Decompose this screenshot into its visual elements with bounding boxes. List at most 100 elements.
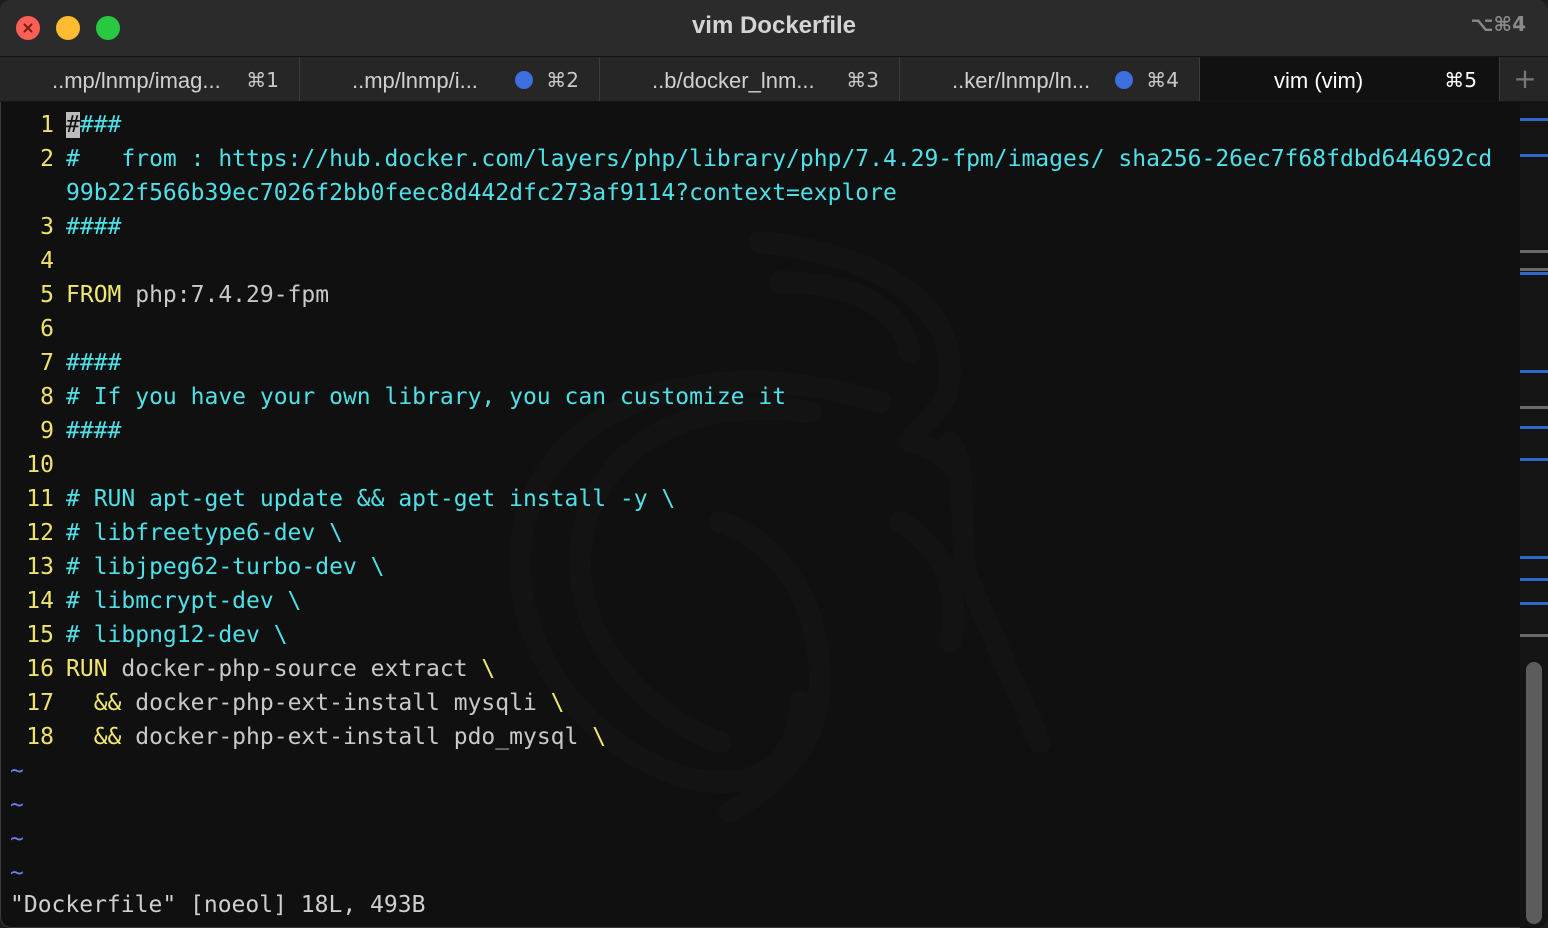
line-number: 1 [40, 112, 54, 138]
line-text: FROM php:7.4.29-fpm [66, 278, 329, 312]
tab-3[interactable]: ..b/docker_lnm... ⌘3 [600, 57, 900, 101]
scrollbar-mark [1520, 458, 1548, 461]
tab-shortcut: ⌘1 [246, 68, 279, 92]
tab-shortcut: ⌘3 [846, 68, 879, 92]
tab-5[interactable]: vim (vim) ⌘5 [1200, 57, 1500, 101]
code-token: RUN [66, 656, 108, 682]
activity-dot-icon [515, 71, 533, 89]
line-text: # RUN apt-get update && apt-get install … [66, 482, 675, 516]
plus-icon: + [1513, 62, 1537, 95]
code-token: FROM [66, 282, 122, 308]
code-token: #### [66, 214, 122, 240]
status-message: "Dockerfile" [noeol] 18L, 493B [10, 892, 426, 918]
line-number: 7 [40, 350, 54, 376]
code-token: # libpng12-dev \ [66, 622, 288, 648]
code-token: && [93, 690, 122, 716]
line-number: 4 [40, 248, 54, 274]
tab-shortcut: ⌘5 [1444, 68, 1477, 92]
line-number: 12 [26, 520, 54, 546]
scrollbar-mark [1520, 154, 1548, 157]
code-token: #### [66, 350, 122, 376]
code-token: docker-php-source extract [107, 656, 482, 682]
terminal-window: vim Dockerfile ⌥⌘4 ..mp/lnmp/imag... ⌘1 … [0, 0, 1548, 928]
code-token: # libjpeg62-turbo-dev \ [66, 554, 385, 580]
scrollbar-mark [1520, 602, 1548, 605]
scrollbar-mark [1520, 578, 1548, 581]
tab-shortcut: ⌘4 [1146, 68, 1179, 92]
line-number: 10 [26, 452, 54, 478]
line-number: 8 [40, 384, 54, 410]
code-token: # from : https://hub.docker.com/layers/p… [66, 146, 1493, 172]
line-number: 14 [26, 588, 54, 614]
code-token: \ [481, 656, 496, 682]
tab-shortcut: ⌘2 [546, 68, 579, 92]
line-number: 3 [40, 214, 54, 240]
line-text: && docker-php-ext-install pdo_mysql \ [66, 720, 606, 754]
scrollbar-mark [1520, 268, 1548, 271]
line-number: 2 [40, 146, 54, 172]
scrollbar-mark [1520, 406, 1548, 409]
code-token: 99b22f566b39ec7026f2bb0feec8d442dfc273af… [66, 180, 897, 206]
vim-editor[interactable]: 1 #### 2 # from : https://hub.docker.com/la… [0, 102, 1520, 928]
line-number: 6 [40, 316, 54, 342]
line-number: 16 [26, 656, 54, 682]
code-token: docker-php-ext-install pdo_mysql [121, 724, 593, 750]
tab-2[interactable]: ..mp/lnmp/i... ⌘2 [300, 57, 600, 101]
line-text: # libpng12-dev \ [66, 618, 288, 652]
code-token: # libfreetype6-dev \ [66, 520, 343, 546]
code-token: \ [592, 724, 607, 750]
line-number: 15 [26, 622, 54, 648]
line-number: 13 [26, 554, 54, 580]
line-number: 9 [40, 418, 54, 444]
line-text: # libfreetype6-dev \ [66, 516, 343, 550]
line-text: #### [66, 108, 121, 142]
empty-line-marker: ~ [10, 826, 24, 852]
empty-line-marker: ~ [10, 792, 24, 818]
line-text: #### [66, 210, 121, 244]
window-title: vim Dockerfile [691, 12, 857, 39]
line-text: # libjpeg62-turbo-dev \ [66, 550, 385, 584]
line-number: 5 [40, 282, 54, 308]
tab-label: ..mp/lnmp/i... [352, 68, 478, 93]
line-text: #### [66, 414, 121, 448]
code-token: ### [79, 112, 122, 138]
line-number: 18 [26, 724, 54, 750]
tab-4[interactable]: ..ker/lnmp/ln... ⌘4 [900, 57, 1200, 101]
scrollbar-mark [1520, 634, 1548, 637]
line-text: # from : https://hub.docker.com/layers/p… [66, 142, 1492, 176]
code-token: #### [66, 418, 122, 444]
scrollbar-mark [1520, 250, 1548, 253]
tab-label: ..mp/lnmp/imag... [52, 68, 221, 93]
scrollbar-mark [1520, 556, 1548, 559]
scrollbar-thumb[interactable] [1526, 662, 1542, 924]
code-token: && [93, 724, 122, 750]
line-text: # If you have your own library, you can … [66, 380, 786, 414]
code-token: php:7.4.29-fpm [121, 282, 330, 308]
window-shortcut: ⌥⌘4 [1470, 12, 1526, 36]
code-token: # libmcrypt-dev \ [66, 588, 302, 614]
code-token: docker-php-ext-install mysqli [121, 690, 551, 716]
activity-dot-icon [1115, 71, 1133, 89]
scrollbar-mark [1520, 426, 1548, 429]
line-number: 17 [26, 690, 54, 716]
scrollbar-mark [1520, 272, 1548, 275]
line-text: RUN docker-php-source extract \ [66, 652, 495, 686]
scrollbar-mark [1520, 370, 1548, 373]
line-number: 11 [26, 486, 54, 512]
text-cursor: # [66, 112, 80, 138]
new-tab-button[interactable]: + [1502, 57, 1548, 101]
empty-line-marker: ~ [10, 758, 24, 784]
code-token: \ [550, 690, 565, 716]
line-text: #### [66, 346, 121, 380]
tab-1[interactable]: ..mp/lnmp/imag... ⌘1 [0, 57, 300, 101]
code-token: # RUN apt-get update && apt-get install … [66, 486, 676, 512]
scrollbar-mark [1520, 118, 1548, 121]
scrollbar[interactable] [1520, 102, 1548, 928]
line-text: 99b22f566b39ec7026f2bb0feec8d442dfc273af… [66, 176, 897, 210]
title-bar[interactable]: vim Dockerfile ⌥⌘4 [0, 0, 1548, 56]
line-text: && docker-php-ext-install mysqli \ [66, 686, 565, 720]
tab-label: ..b/docker_lnm... [652, 68, 815, 93]
code-token: # If you have your own library, you can … [66, 384, 787, 410]
